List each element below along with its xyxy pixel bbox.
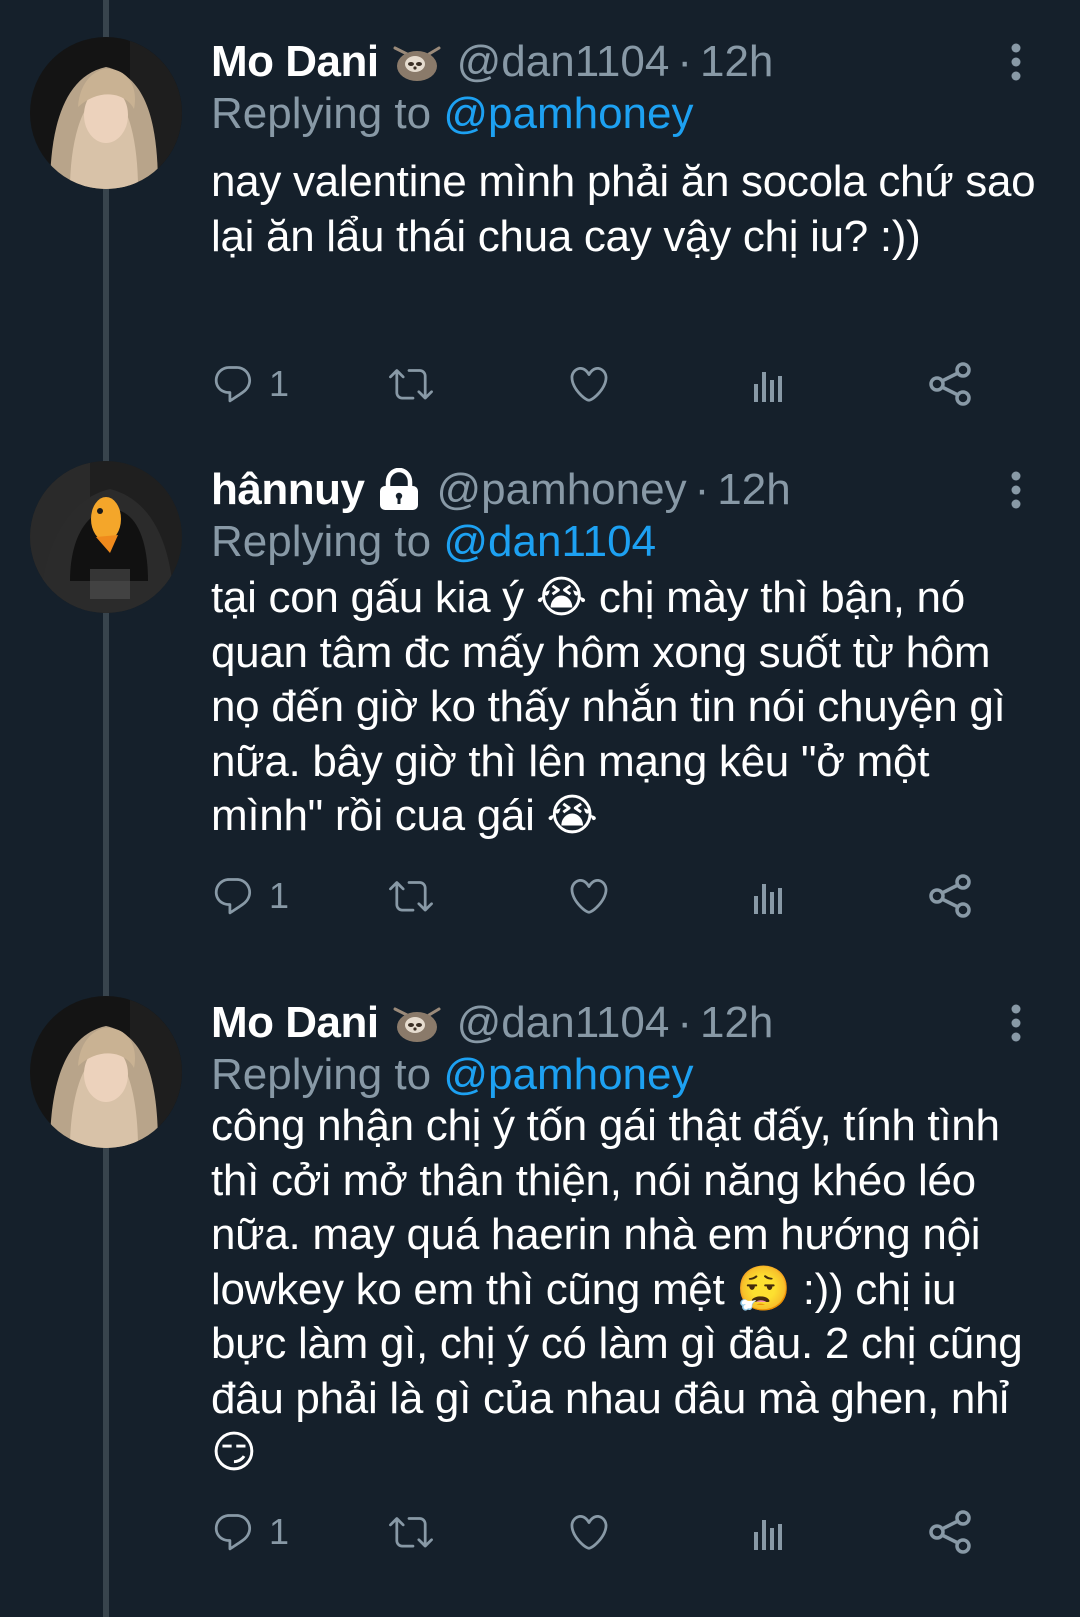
- more-options-icon[interactable]: [1001, 465, 1031, 515]
- replying-to-label: Replying to: [211, 517, 444, 566]
- retweet-icon: [387, 874, 435, 918]
- replying-to: Replying to @pamhoney: [211, 1050, 694, 1100]
- analytics-icon: [747, 1510, 791, 1554]
- reply-button[interactable]: 1: [211, 360, 289, 408]
- mention-link[interactable]: @pamhoney: [443, 1050, 693, 1099]
- reply-button[interactable]: 1: [211, 872, 289, 920]
- timestamp[interactable]: 12h: [700, 37, 773, 87]
- display-name[interactable]: Mo Dani: [211, 998, 379, 1048]
- reply-count: 1: [269, 363, 290, 404]
- sloth-icon: [389, 1001, 445, 1045]
- timestamp[interactable]: 12h: [717, 465, 790, 515]
- user-handle[interactable]: @dan1104: [457, 998, 670, 1048]
- separator: ·: [694, 465, 710, 514]
- like-button[interactable]: [567, 872, 611, 920]
- reply-icon: [211, 362, 255, 406]
- replying-to-label: Replying to: [211, 89, 444, 138]
- avatar[interactable]: [30, 461, 182, 613]
- replying-to: Replying to @dan1104: [211, 517, 656, 567]
- avatar[interactable]: [30, 996, 182, 1148]
- tweet-header: hânnuy @pamhoney · 12h: [211, 461, 791, 519]
- tweet-header: Mo Dani @dan1104 · 12h: [211, 33, 773, 91]
- more-options-icon[interactable]: [1001, 998, 1031, 1048]
- analytics-button[interactable]: [747, 1508, 791, 1556]
- reply-count: 1: [269, 1511, 290, 1552]
- analytics-button[interactable]: [747, 872, 791, 920]
- share-button[interactable]: [927, 1508, 975, 1556]
- tweet-actions: 1: [211, 872, 1031, 920]
- heart-icon: [567, 362, 611, 406]
- separator: ·: [677, 37, 692, 86]
- user-handle[interactable]: @pamhoney: [436, 465, 686, 515]
- retweet-icon: [387, 1510, 435, 1554]
- share-button[interactable]: [927, 360, 975, 408]
- analytics-icon: [747, 874, 791, 918]
- tweet-header: Mo Dani @dan1104 · 12h: [211, 994, 773, 1052]
- analytics-button[interactable]: [747, 360, 791, 408]
- tweet-text: công nhận chị ý tốn gái thật đấy, tính t…: [211, 1101, 1035, 1477]
- reply-icon: [211, 874, 255, 918]
- separator: ·: [677, 998, 692, 1047]
- avatar[interactable]: [30, 37, 182, 189]
- more-options-icon[interactable]: [1001, 37, 1031, 87]
- share-icon: [927, 1510, 975, 1554]
- tweet-actions: 1: [211, 360, 1031, 408]
- retweet-button[interactable]: [387, 360, 435, 408]
- mention-link[interactable]: @dan1104: [443, 517, 656, 566]
- reply-count: 1: [269, 875, 290, 916]
- lock-icon: [374, 467, 424, 512]
- like-button[interactable]: [567, 360, 611, 408]
- analytics-icon: [747, 362, 791, 406]
- tweet-text: tại con gấu kia ý 😭 chị mày thì bận, nó …: [211, 573, 1018, 840]
- replying-to: Replying to @pamhoney: [211, 89, 694, 139]
- timestamp[interactable]: 12h: [700, 998, 773, 1048]
- heart-icon: [567, 874, 611, 918]
- share-button[interactable]: [927, 872, 975, 920]
- user-handle[interactable]: @dan1104: [457, 37, 670, 87]
- sloth-icon: [389, 40, 445, 84]
- retweet-icon: [387, 362, 435, 406]
- retweet-button[interactable]: [387, 1508, 435, 1556]
- replying-to-label: Replying to: [211, 1050, 444, 1099]
- share-icon: [927, 874, 975, 918]
- reply-icon: [211, 1510, 255, 1554]
- tweet-text: nay valentine mình phải ăn socola chứ sa…: [211, 157, 1048, 261]
- display-name[interactable]: Mo Dani: [211, 37, 379, 87]
- thread-line: [103, 0, 109, 1617]
- tweet-actions: 1: [211, 1508, 1031, 1556]
- retweet-button[interactable]: [387, 872, 435, 920]
- reply-button[interactable]: 1: [211, 1508, 289, 1556]
- display-name[interactable]: hânnuy: [211, 465, 365, 515]
- mention-link[interactable]: @pamhoney: [443, 89, 693, 138]
- like-button[interactable]: [567, 1508, 611, 1556]
- share-icon: [927, 362, 975, 406]
- heart-icon: [567, 1510, 611, 1554]
